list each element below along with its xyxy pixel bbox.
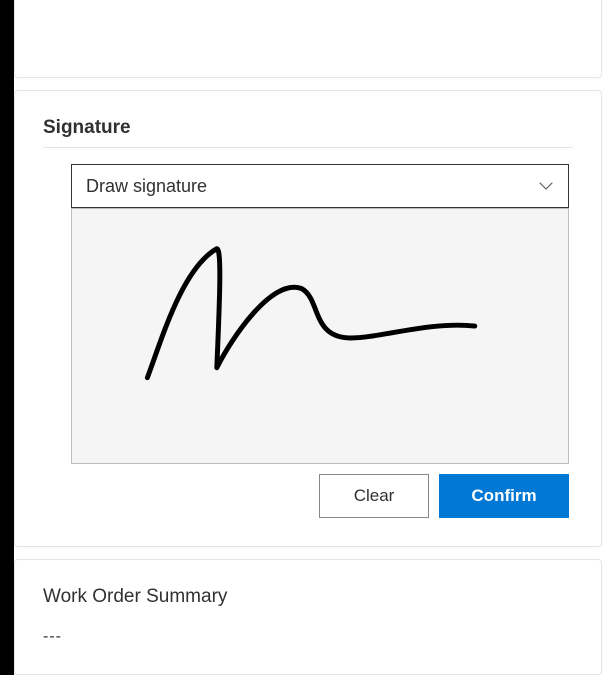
signature-mode-dropdown[interactable]: Draw signature — [71, 164, 569, 208]
work-order-summary-card: Work Order Summary --- — [14, 559, 602, 675]
previous-card-bottom — [14, 0, 602, 78]
signature-button-row: Clear Confirm — [71, 474, 569, 518]
signature-title: Signature — [43, 117, 573, 139]
signature-drawing — [72, 209, 568, 463]
signature-card: Signature Draw signature Clear Confirm — [14, 90, 602, 547]
confirm-button[interactable]: Confirm — [439, 474, 569, 518]
divider — [43, 147, 573, 148]
clear-button[interactable]: Clear — [319, 474, 429, 518]
dropdown-label: Draw signature — [86, 176, 207, 197]
summary-title: Work Order Summary — [43, 586, 573, 608]
summary-placeholder: --- — [43, 628, 573, 646]
left-border — [0, 0, 14, 675]
signature-canvas[interactable] — [71, 208, 569, 464]
chevron-down-icon — [538, 178, 554, 194]
